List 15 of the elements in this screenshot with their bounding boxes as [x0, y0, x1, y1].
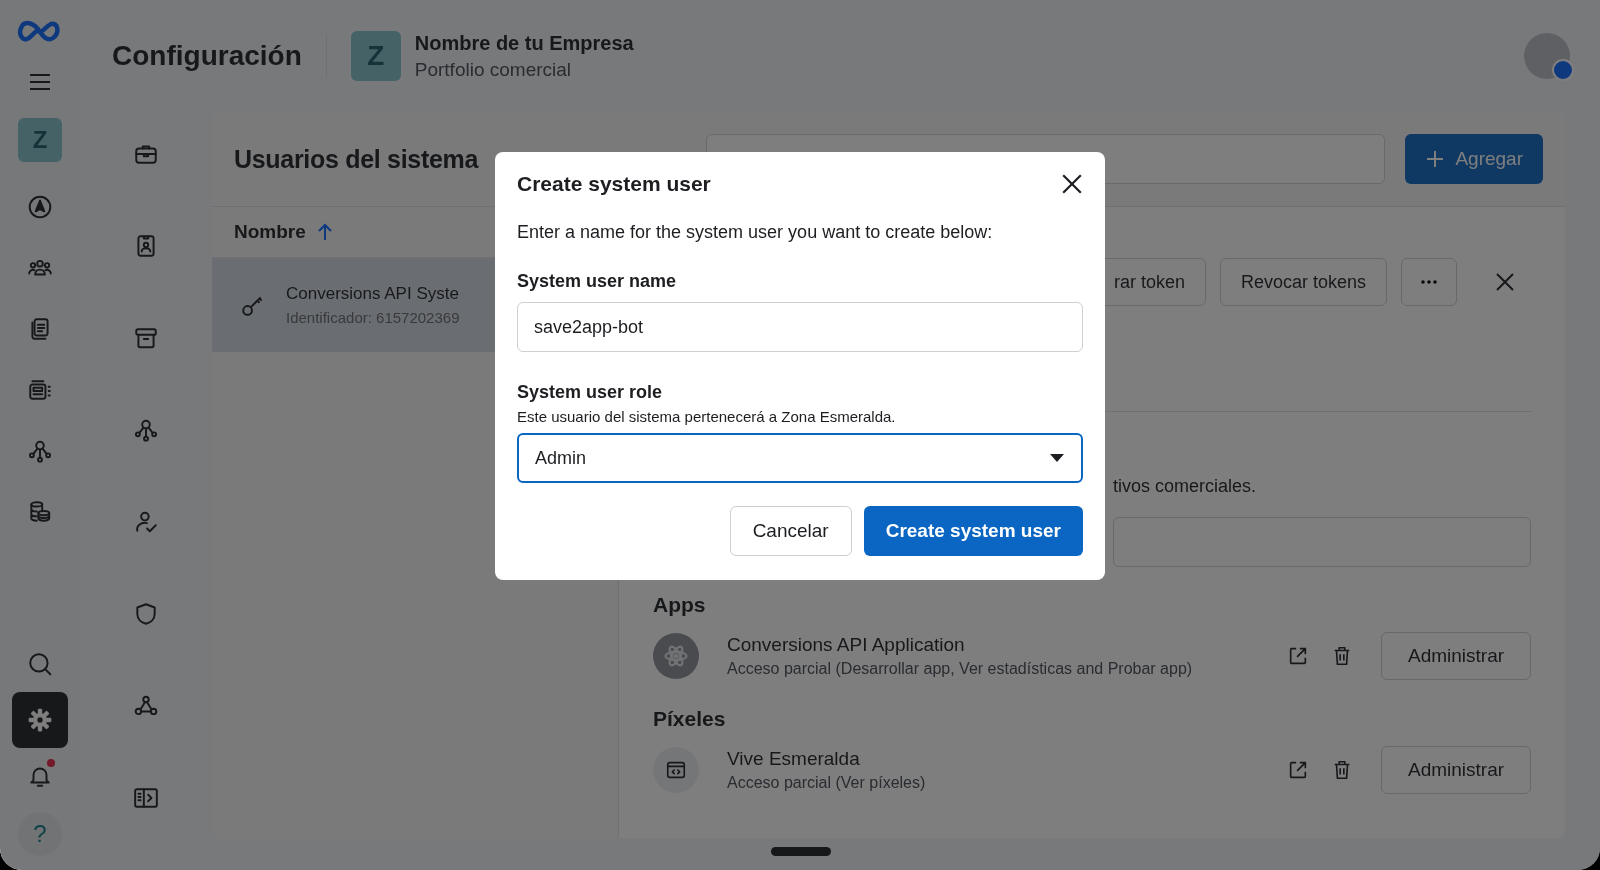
dialog-description: Enter a name for the system user you want to create below:	[517, 222, 994, 243]
asset-access: Acceso parcial (Desarrollar app, Ver estadísticas and Probar app)	[727, 660, 1194, 678]
section-title: Usuarios del sistema	[234, 144, 480, 174]
business-subtitle: Portfolio comercial	[414, 58, 573, 81]
section-heading: Píxeles	[653, 707, 727, 731]
section-heading: Apps	[653, 593, 707, 617]
asset-access: Acceso parcial (Ver píxeles)	[727, 774, 927, 792]
asset-name: Conversions API Application	[727, 634, 966, 656]
user-name: Conversions API Syste	[286, 284, 460, 304]
intro-text: tivos comerciales.	[1113, 476, 1257, 497]
field-label: System user role	[517, 382, 664, 403]
dialog-title: Create system user	[517, 172, 711, 196]
asset-name: Vive Esmeralda	[727, 748, 861, 770]
page-title: Configuración	[112, 40, 302, 72]
field-help-text: Este usuario del sistema pertenecerá a Zona Esmeralda.	[517, 408, 897, 425]
